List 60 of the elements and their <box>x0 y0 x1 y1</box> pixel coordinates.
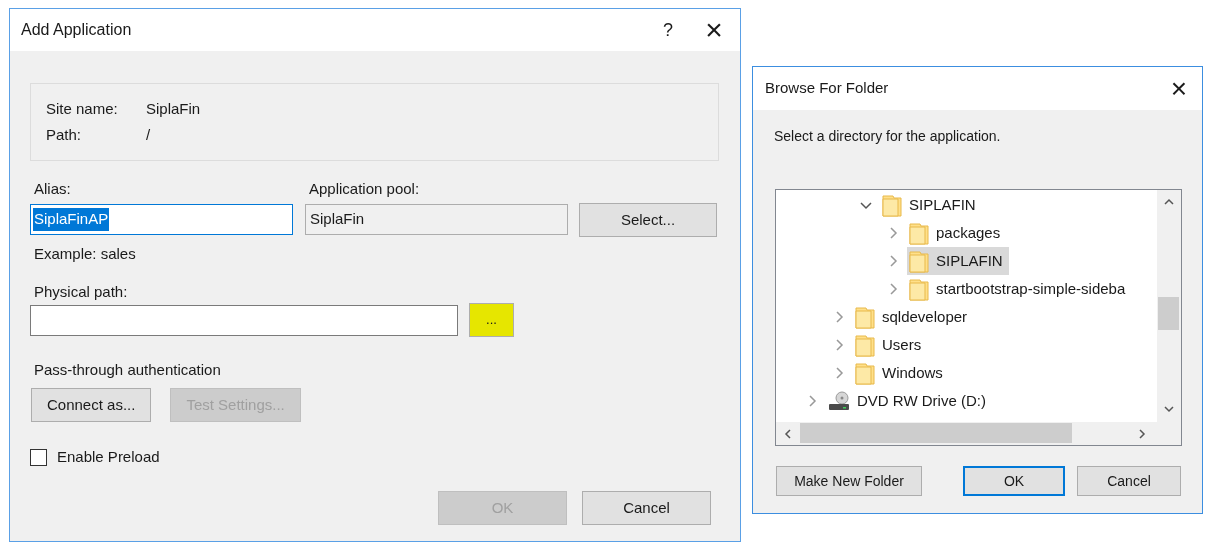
alias-field[interactable]: SiplaFinAP <box>30 204 293 235</box>
browse-button[interactable]: ... <box>469 303 514 337</box>
scroll-down-icon[interactable] <box>1164 406 1174 413</box>
make-new-folder-button[interactable]: Make New Folder <box>776 466 922 496</box>
tree-item[interactable]: Users <box>853 331 928 359</box>
tree-item[interactable]: Windows <box>853 359 949 387</box>
path-label: Path: <box>46 125 83 145</box>
expand-chevron-icon[interactable] <box>806 395 818 407</box>
close-button[interactable]: × <box>1156 73 1202 104</box>
site-name-value: SiplaFin <box>146 98 202 119</box>
window-title: Add Application <box>21 20 133 40</box>
tree-item[interactable]: sqldeveloper <box>853 303 974 331</box>
expand-chevron-icon[interactable] <box>887 255 899 267</box>
disc-drive-icon <box>828 390 850 412</box>
physical-path-label: Physical path: <box>34 282 128 302</box>
tree-item[interactable]: startbootstrap-simple-sideba <box>907 275 1132 303</box>
folder-icon <box>855 305 875 329</box>
help-button[interactable]: ? <box>648 15 688 45</box>
scroll-right-icon[interactable] <box>1139 429 1146 439</box>
prompt-text: Select a directory for the application. <box>774 127 1001 146</box>
close-button[interactable]: × <box>688 15 740 45</box>
scroll-thumb[interactable] <box>1158 297 1179 330</box>
tree-item[interactable]: SIPLAFIN <box>880 191 982 219</box>
expand-chevron-icon[interactable] <box>833 367 845 379</box>
tree-item[interactable]: DVD RW Drive (D:) <box>826 387 992 415</box>
expand-chevron-icon[interactable] <box>887 283 899 295</box>
horizontal-scrollbar[interactable] <box>776 422 1181 445</box>
folder-tree[interactable]: SIPLAFIN packages SIPLAFIN startbootstrap-simple-sideba sqldeveloper Users Windows DVD RW Drive (D:) <box>775 189 1182 446</box>
folder-icon <box>855 333 875 357</box>
pass-through-label: Pass-through authentication <box>34 360 221 380</box>
scroll-up-icon[interactable] <box>1164 198 1174 205</box>
example-hint: Example: sales <box>34 244 136 264</box>
alias-label: Alias: <box>34 179 71 199</box>
cancel-button[interactable]: Cancel <box>1077 466 1181 496</box>
folder-icon <box>855 361 875 385</box>
application-pool-field[interactable]: SiplaFin <box>305 204 568 235</box>
scroll-thumb[interactable] <box>800 423 1072 443</box>
ok-button[interactable]: OK <box>963 466 1065 496</box>
expand-chevron-icon[interactable] <box>887 227 899 239</box>
physical-path-field[interactable] <box>30 305 458 336</box>
application-pool-label: Application pool: <box>309 179 420 199</box>
select-button[interactable]: Select... <box>579 203 717 237</box>
folder-icon <box>909 249 929 273</box>
site-name-label: Site name: <box>46 98 119 119</box>
expand-chevron-icon[interactable] <box>833 311 845 323</box>
enable-preload-label: Enable Preload <box>57 447 160 467</box>
window-title: Browse For Folder <box>765 78 890 99</box>
tree-item[interactable]: SIPLAFIN <box>907 247 1009 275</box>
expand-chevron-icon[interactable] <box>833 339 845 351</box>
collapse-chevron-icon[interactable] <box>860 199 872 211</box>
scroll-left-icon[interactable] <box>784 429 791 439</box>
connect-as-button[interactable]: Connect as... <box>31 388 152 422</box>
folder-icon <box>909 277 929 301</box>
checkbox[interactable] <box>30 448 47 466</box>
path-value: / <box>146 125 152 145</box>
vertical-scrollbar[interactable] <box>1157 190 1181 422</box>
cancel-button[interactable]: Cancel <box>582 491 711 525</box>
folder-icon <box>882 193 902 217</box>
folder-icon <box>909 221 929 245</box>
tree-item[interactable]: packages <box>907 219 1007 247</box>
